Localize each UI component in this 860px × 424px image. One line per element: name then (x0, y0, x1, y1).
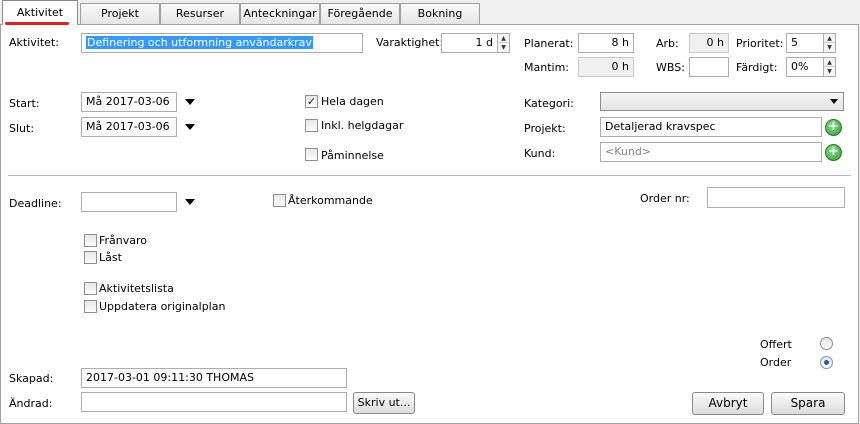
order-nr-label: Order nr: (640, 192, 690, 205)
start-dropdown-icon[interactable] (185, 99, 195, 105)
paminnelse-checkbox[interactable] (305, 148, 318, 161)
arb-value: 0 h (689, 33, 729, 53)
add-projekt-icon[interactable]: + (825, 119, 842, 136)
wbs-label: WBS: (656, 61, 685, 74)
projekt-input[interactable]: Detaljerad kravspec (600, 117, 822, 137)
projekt-label: Projekt: (524, 122, 566, 135)
inkl-helgdagar-checkbox[interactable] (305, 119, 318, 132)
tab-resurser-label: Resurser (175, 7, 225, 20)
franvaro-label: Frånvaro (99, 234, 148, 247)
andrad-label: Ändrad: (9, 397, 53, 410)
prioritet-input[interactable]: 5 (786, 33, 824, 53)
tab-projekt[interactable]: Projekt (80, 3, 160, 24)
hela-dagen-label: Hela dagen (321, 95, 384, 108)
print-button[interactable]: Skriv ut... (353, 392, 415, 414)
active-tab-indicator (5, 22, 69, 25)
fardigt-input[interactable]: 0% (786, 57, 824, 77)
section-divider (8, 175, 851, 176)
kategori-label: Kategori: (524, 97, 574, 110)
aktivitet-panel (0, 24, 859, 424)
tab-bokning-label: Bokning (417, 7, 463, 20)
slut-label: Slut: (9, 122, 35, 135)
spin-up-icon[interactable]: ▲ (824, 58, 835, 67)
start-label: Start: (9, 97, 40, 110)
cancel-button[interactable]: Avbryt (692, 392, 764, 415)
spin-up-icon[interactable]: ▲ (498, 34, 509, 43)
andrad-value (81, 392, 347, 412)
prioritet-spinner[interactable]: ▲ ▼ (824, 33, 836, 53)
aktivitetslista-checkbox[interactable] (84, 282, 97, 295)
offert-radio[interactable] (820, 337, 833, 350)
order-nr-input[interactable] (707, 187, 845, 208)
spin-down-icon[interactable]: ▼ (498, 43, 509, 52)
aktivitet-value: Definering och utformning användarkrav (86, 36, 313, 49)
planerat-input[interactable]: 8 h (578, 33, 634, 53)
tab-bokning[interactable]: Bokning (400, 3, 480, 24)
aterkommande-label: Återkommande (288, 194, 373, 207)
kategori-select[interactable] (600, 92, 844, 111)
skapad-label: Skapad: (9, 372, 54, 385)
spin-down-icon[interactable]: ▼ (824, 67, 835, 76)
order-label: Order (760, 356, 792, 369)
franvaro-checkbox[interactable] (84, 234, 97, 247)
tab-foregaende-label: Föregående (327, 7, 393, 20)
varaktighet-input[interactable]: 1 d (441, 33, 498, 53)
last-checkbox[interactable] (84, 251, 97, 264)
aktivitetslista-label: Aktivitetslista (99, 282, 174, 295)
aktivitet-label: Aktivitet: (9, 36, 59, 49)
aterkommande-checkbox[interactable] (273, 194, 286, 207)
skapad-value: 2017-03-01 09:11:30 THOMAS (81, 368, 347, 388)
tab-bar: Aktivitet Projekt Resurser Anteckningar … (0, 0, 860, 25)
inkl-helgdagar-label: Inkl. helgdagar (321, 119, 404, 132)
paminnelse-label: Påminnelse (321, 149, 384, 162)
tab-foregaende[interactable]: Föregående (320, 3, 400, 24)
fardigt-label: Färdigt: (736, 61, 778, 74)
deadline-dropdown-icon[interactable] (185, 199, 195, 205)
wbs-input[interactable] (689, 57, 729, 77)
last-label: Låst (99, 251, 122, 264)
kund-input[interactable]: <Kund> (600, 142, 822, 162)
varaktighet-spinner[interactable]: ▲ ▼ (498, 33, 510, 53)
aktivitet-input[interactable]: Definering och utformning användarkrav (81, 33, 363, 53)
slut-dropdown-icon[interactable] (185, 124, 195, 130)
tab-projekt-label: Projekt (101, 7, 139, 20)
tab-anteckningar[interactable]: Anteckningar (240, 3, 320, 24)
prioritet-label: Prioritet: (736, 37, 784, 50)
hela-dagen-checkbox[interactable]: ✓ (305, 95, 318, 108)
spin-down-icon[interactable]: ▼ (824, 43, 835, 52)
chevron-down-icon (830, 99, 838, 104)
arb-label: Arb: (656, 37, 679, 50)
tab-aktivitet-label: Aktivitet (16, 6, 64, 19)
planerat-label: Planerat: (524, 37, 574, 50)
kund-label: Kund: (524, 147, 556, 160)
order-radio[interactable] (820, 356, 833, 369)
tab-resurser[interactable]: Resurser (160, 3, 240, 24)
slut-date-input[interactable]: Må 2017-03-06 (81, 117, 177, 137)
spin-up-icon[interactable]: ▲ (824, 34, 835, 43)
deadline-label: Deadline: (9, 197, 62, 210)
mantim-value: 0 h (578, 57, 634, 77)
mantim-label: Mantim: (524, 61, 569, 74)
offert-label: Offert (760, 338, 792, 351)
uppdatera-originalplan-checkbox[interactable] (84, 300, 97, 313)
tab-anteckningar-label: Anteckningar (243, 7, 317, 20)
save-button[interactable]: Spara (771, 392, 845, 415)
varaktighet-label: Varaktighet: (376, 36, 444, 49)
deadline-input[interactable] (81, 192, 177, 212)
start-date-input[interactable]: Må 2017-03-06 (81, 92, 177, 112)
add-kund-icon[interactable]: + (825, 144, 842, 161)
fardigt-spinner[interactable]: ▲ ▼ (824, 57, 836, 77)
uppdatera-originalplan-label: Uppdatera originalplan (99, 300, 226, 313)
